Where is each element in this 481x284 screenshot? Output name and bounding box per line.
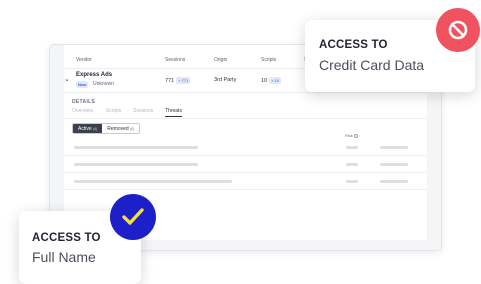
active-count: (4) [93, 127, 98, 131]
tab-sessions[interactable]: Sessions [133, 108, 153, 114]
tab-overview[interactable]: Overview [72, 108, 93, 114]
scripts-delta-badge: + 10 [269, 77, 282, 84]
vendor-status: Unknown [93, 81, 114, 87]
placeholder-bar [74, 180, 232, 183]
col-header-scripts[interactable]: Scripts [261, 57, 276, 63]
list-item[interactable] [64, 139, 427, 156]
sessions-delta-badge: + 771 [176, 77, 191, 84]
list-item[interactable] [64, 156, 427, 173]
active-label: Active [78, 126, 92, 132]
scripts-value: 10 [261, 77, 268, 84]
removed-toggle-button[interactable]: Removed (0) [102, 124, 140, 133]
placeholder-bar [74, 146, 198, 149]
placeholder-bar [346, 180, 358, 183]
placeholder-bar [380, 180, 408, 183]
vendor-name[interactable]: Express Ads [76, 72, 112, 78]
col-header-origin[interactable]: Origin [214, 57, 227, 63]
list-item[interactable] [64, 173, 427, 190]
placeholder-bar [74, 163, 198, 166]
tab-threats[interactable]: Threats [165, 108, 182, 117]
check-icon [110, 194, 156, 240]
placeholder-bar [346, 163, 358, 166]
col-header-sessions[interactable]: Sessions [165, 57, 185, 63]
new-badge: New [76, 81, 89, 88]
placeholder-bar [380, 163, 408, 166]
placeholder-bar [380, 146, 408, 149]
card-subtitle: Full Name [32, 249, 96, 265]
removed-label: Removed [107, 126, 129, 132]
active-toggle-button[interactable]: Active (4) [73, 124, 103, 133]
risk-column-header[interactable]: Risk [345, 133, 358, 138]
sessions-value: 771 [165, 77, 175, 84]
card-subtitle: Credit Card Data [319, 57, 425, 73]
card-title: ACCESS TO [319, 39, 388, 51]
tab-scripts[interactable]: Scripts [106, 108, 121, 114]
tabs-divider [64, 118, 427, 119]
removed-count: (0) [130, 127, 135, 131]
details-heading: DETAILS [72, 99, 96, 105]
threat-status-toggle: Active (4) Removed (0) [72, 123, 141, 134]
risk-label: Risk [345, 133, 353, 138]
chevron-down-icon[interactable]: ⌄ [64, 75, 70, 83]
scripts-cell: 10 + 10 [261, 77, 282, 84]
sessions-cell: 771 + 771 [165, 77, 191, 84]
origin-cell: 3rd Party [214, 77, 237, 83]
card-title: ACCESS TO [32, 232, 101, 244]
placeholder-bar [346, 146, 358, 149]
info-icon[interactable] [353, 133, 358, 138]
blocked-icon [436, 8, 480, 52]
col-header-vendor[interactable]: Vendor [76, 57, 92, 63]
